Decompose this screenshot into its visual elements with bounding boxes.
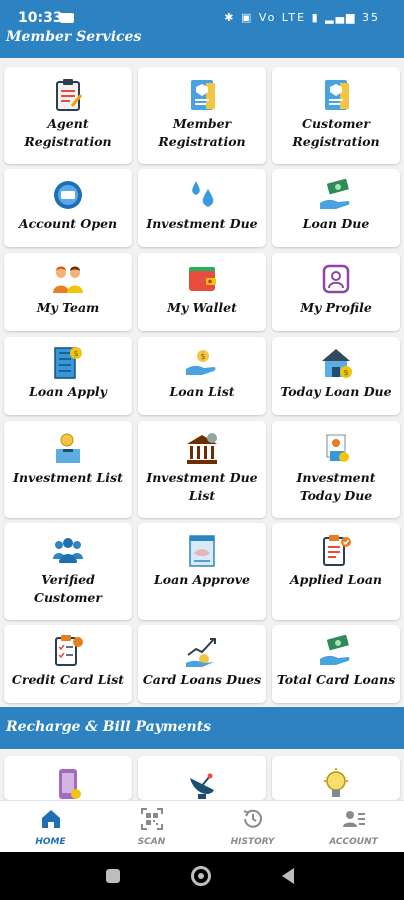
service-card[interactable]: Applied Loan — [272, 523, 400, 620]
service-card-label: Credit Card List — [11, 672, 125, 687]
recharge-card[interactable] — [272, 756, 400, 800]
money-hand-icon — [320, 178, 350, 209]
service-card[interactable]: Investment List — [4, 421, 132, 518]
nav-home-label: HOME — [35, 837, 66, 847]
status-time: 10:33 — [18, 10, 63, 26]
service-card[interactable]: Investment Due List — [138, 421, 266, 518]
coin-box-icon — [56, 433, 80, 463]
member-services-header: Member Services — [0, 28, 404, 58]
team-icon — [53, 266, 83, 293]
id-card-icon — [325, 80, 349, 110]
nav-home[interactable]: HOME — [0, 801, 101, 853]
bulb-icon — [324, 768, 348, 797]
nav-history[interactable]: HISTORY — [202, 801, 303, 853]
service-card-label: Agent Registration — [24, 116, 112, 149]
service-card-label: My Team — [36, 300, 100, 315]
service-card[interactable]: $ Loan List — [138, 337, 266, 415]
svg-text:$: $ — [343, 368, 348, 377]
id-card-icon — [191, 80, 215, 110]
recharge-title: Recharge & Bill Payments — [6, 719, 212, 735]
service-card-label: Investment List — [13, 470, 123, 485]
service-card[interactable]: Investment Today Due — [272, 421, 400, 518]
service-card-label: Verified Customer — [34, 572, 102, 605]
profile-icon — [322, 264, 350, 294]
service-card-label: Loan Due — [302, 216, 370, 231]
service-card-label: My Profile — [300, 300, 372, 315]
home-icon — [42, 810, 60, 828]
handshake-doc-icon — [189, 535, 215, 567]
nav-account-label: ACCOUNT — [329, 837, 378, 847]
nav-account[interactable]: ACCOUNT — [303, 801, 404, 853]
recharge-card[interactable] — [138, 756, 266, 800]
growth-coins-icon — [186, 638, 216, 667]
service-card-label: Today Loan Due — [280, 384, 392, 399]
nav-history-label: HISTORY — [230, 837, 275, 847]
service-card-label: Investment Today Due — [296, 470, 376, 503]
service-card-label: Loan Approve — [154, 572, 250, 587]
service-card[interactable]: Loan Due — [272, 169, 400, 247]
money-hand-icon — [320, 634, 350, 665]
wallet-icon — [189, 267, 216, 291]
service-card-label: Applied Loan — [289, 572, 383, 587]
service-card[interactable]: Loan Approve — [138, 523, 266, 620]
service-card[interactable]: My Team — [4, 253, 132, 331]
nav-scan-label: SCAN — [137, 837, 166, 847]
service-card[interactable]: Investment Due — [138, 169, 266, 247]
service-card[interactable]: $ Loan Apply — [4, 337, 132, 415]
service-card[interactable]: Agent Registration — [4, 67, 132, 164]
service-card-label: Account Open — [18, 216, 118, 231]
recents-button[interactable] — [106, 869, 120, 883]
status-indicators: ✱ ▣ Vo LTE ▮ ▂▄▆ 35 — [224, 11, 380, 24]
youtube-notification-icon — [60, 13, 74, 23]
passbook-icon — [54, 181, 82, 209]
service-card-label: Card Loans Dues — [142, 672, 262, 687]
system-navigation-bar — [0, 852, 404, 900]
checklist-icon — [55, 635, 83, 666]
recharge-card[interactable] — [4, 756, 132, 800]
service-card[interactable]: Total Card Loans — [272, 625, 400, 703]
service-card[interactable]: Account Open — [4, 169, 132, 247]
clipboard-check-icon — [323, 535, 351, 566]
bottom-navigation: HOME SCAN HISTORY ACCOUNT — [0, 800, 404, 853]
member-services-title: Member Services — [6, 29, 142, 45]
history-icon — [243, 809, 262, 828]
service-card[interactable]: My Profile — [272, 253, 400, 331]
nav-scan[interactable]: SCAN — [101, 801, 202, 853]
service-card[interactable]: Card Loans Dues — [138, 625, 266, 703]
recharge-header: Recharge & Bill Payments — [0, 707, 404, 749]
service-card-label: Customer Registration — [292, 116, 380, 149]
water-drops-icon — [192, 181, 214, 207]
service-card-label: Loan Apply — [29, 384, 107, 399]
bank-icon — [187, 433, 217, 464]
house-dollar-icon: $ — [322, 349, 352, 378]
svg-text:$: $ — [200, 352, 205, 361]
service-card[interactable]: Verified Customer — [4, 523, 132, 620]
service-card[interactable]: My Wallet — [138, 253, 266, 331]
qr-scan-icon — [141, 808, 163, 830]
service-card[interactable]: $ Today Loan Due — [272, 337, 400, 415]
satellite-dish-icon — [190, 773, 214, 799]
service-card[interactable]: Member Registration — [138, 67, 266, 164]
service-card-label: My Wallet — [167, 300, 237, 315]
coin-hand-icon: $ — [186, 350, 216, 375]
service-card[interactable]: Credit Card List — [4, 625, 132, 703]
building-dollar-icon: $ — [54, 347, 82, 379]
doc-coin-icon — [326, 434, 349, 462]
phone-recharge-icon — [59, 769, 81, 799]
service-card-label: Loan List — [169, 384, 235, 399]
service-card-label: Investment Due List — [146, 470, 258, 503]
service-card-label: Member Registration — [158, 116, 246, 149]
service-card-label: Investment Due — [146, 216, 258, 231]
service-card[interactable]: Customer Registration — [272, 67, 400, 164]
users-icon — [53, 538, 83, 563]
back-button[interactable] — [282, 868, 294, 884]
svg-text:$: $ — [73, 349, 78, 358]
account-icon — [343, 811, 365, 827]
home-system-button[interactable] — [191, 866, 211, 886]
clipboard-icon — [56, 79, 83, 111]
service-card-label: Total Card Loans — [276, 672, 396, 687]
